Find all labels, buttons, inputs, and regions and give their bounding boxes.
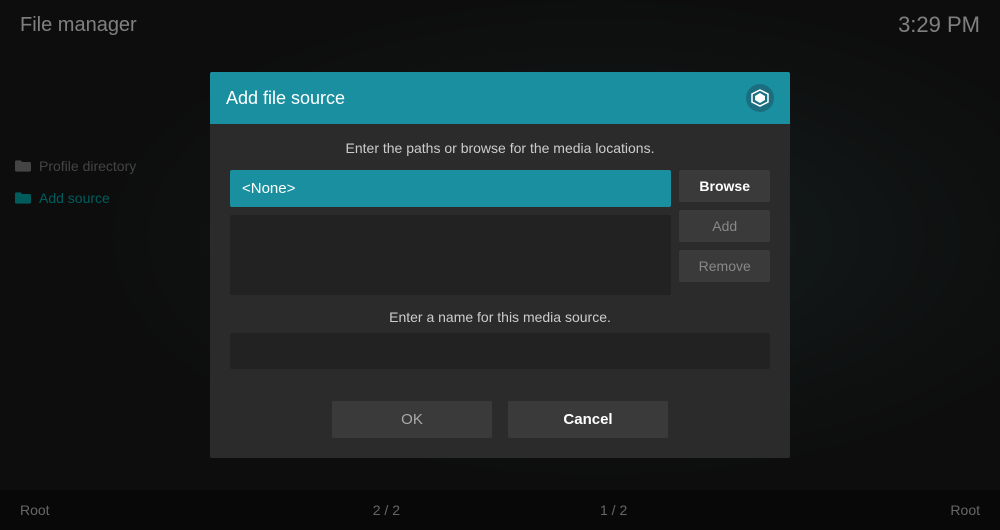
modal-overlay: Add file source Enter the paths or brows…	[0, 0, 1000, 530]
path-row	[230, 170, 671, 207]
remove-button[interactable]: Remove	[679, 250, 770, 282]
add-button[interactable]: Add	[679, 210, 770, 242]
path-list	[230, 215, 671, 295]
dialog-footer: OK Cancel	[210, 401, 790, 458]
dialog-title: Add file source	[226, 88, 345, 109]
ok-button[interactable]: OK	[332, 401, 492, 438]
name-instruction: Enter a name for this media source.	[230, 309, 770, 325]
path-input[interactable]	[230, 170, 671, 207]
dialog-body: Enter the paths or browse for the media …	[210, 124, 790, 401]
name-section: Enter a name for this media source.	[230, 309, 770, 369]
name-input[interactable]	[230, 333, 770, 369]
dialog-add-file-source: Add file source Enter the paths or brows…	[210, 72, 790, 458]
path-area: Browse Add Remove	[230, 170, 770, 295]
dialog-header: Add file source	[210, 72, 790, 124]
dialog-instruction: Enter the paths or browse for the media …	[230, 140, 770, 156]
side-actions: Browse Add Remove	[679, 170, 770, 295]
browse-button[interactable]: Browse	[679, 170, 770, 202]
kodi-logo-icon	[751, 89, 769, 107]
dialog-close-button[interactable]	[746, 84, 774, 112]
cancel-button[interactable]: Cancel	[508, 401, 668, 438]
